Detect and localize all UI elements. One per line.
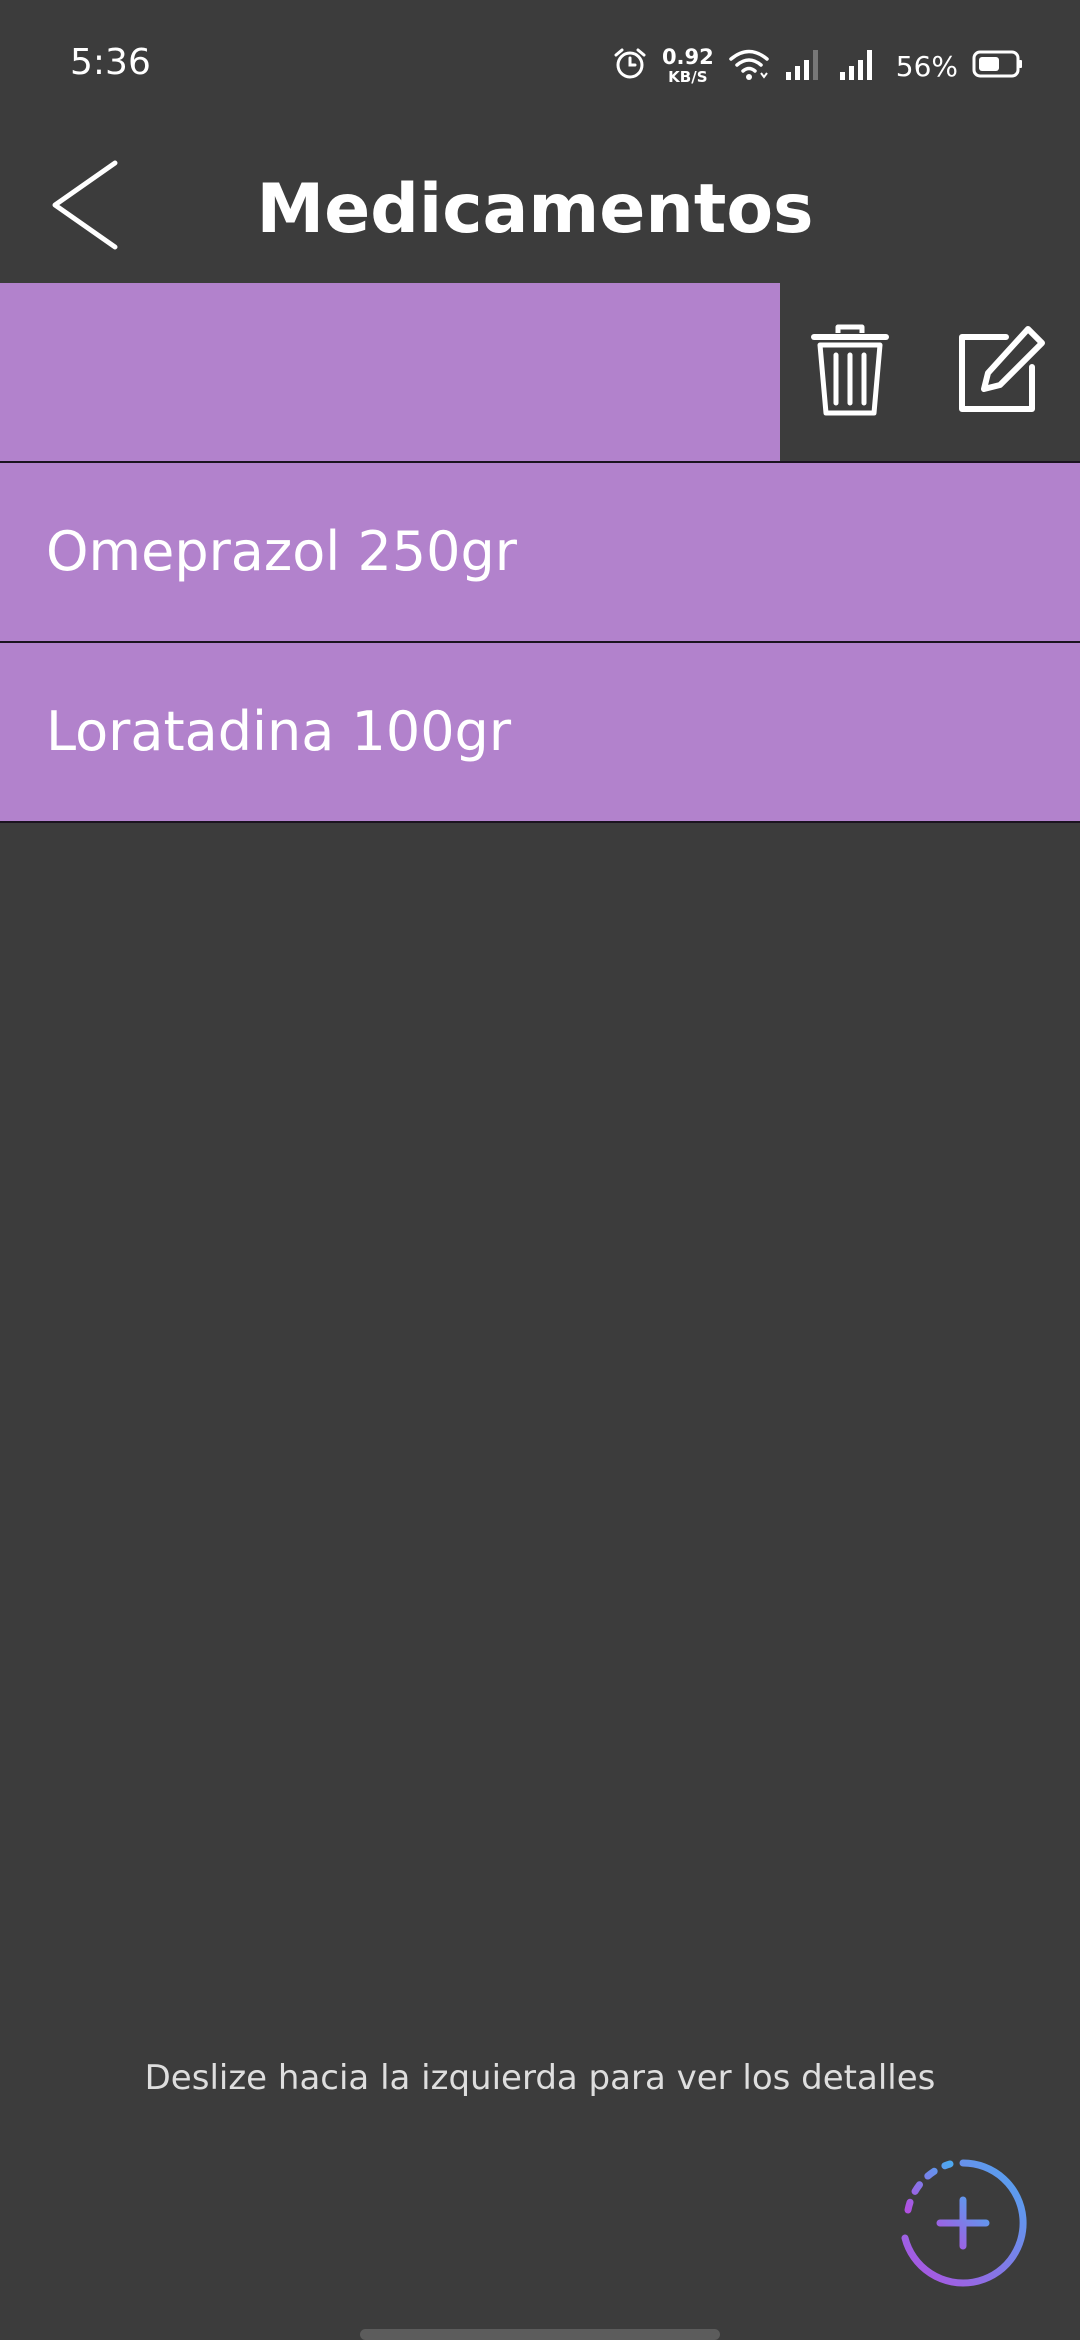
home-indicator[interactable] bbox=[360, 2329, 720, 2340]
delete-button[interactable] bbox=[802, 323, 898, 423]
list-item[interactable] bbox=[0, 283, 1080, 463]
medication-list: Omeprazol 250gr Loratadina 100gr bbox=[0, 283, 1080, 823]
battery-icon bbox=[972, 49, 1024, 84]
list-item-face[interactable]: Omeprazol 250gr bbox=[0, 463, 1080, 641]
list-item[interactable]: Omeprazol 250gr bbox=[0, 463, 1080, 643]
list-item-label: Loratadina 100gr bbox=[46, 700, 512, 763]
status-time: 5:36 bbox=[70, 42, 151, 83]
list-item-face[interactable]: Loratadina 100gr bbox=[0, 643, 1080, 821]
app-bar: Medicamentos bbox=[0, 130, 1080, 282]
list-item-label: Omeprazol 250gr bbox=[46, 520, 517, 583]
signal-icon bbox=[838, 46, 882, 87]
battery-percent: 56% bbox=[895, 49, 958, 83]
trash-icon bbox=[810, 323, 890, 424]
edit-icon bbox=[952, 323, 1048, 424]
swipe-hint: Deslize hacia la izquierda para ver los … bbox=[144, 2058, 936, 2098]
add-button[interactable] bbox=[898, 2158, 1028, 2288]
row-actions bbox=[780, 283, 1080, 461]
network-speed-value: 0.92 bbox=[661, 45, 714, 69]
wifi-icon bbox=[728, 46, 770, 87]
status-icons: 0.92 KB/S 56% bbox=[612, 38, 1024, 94]
status-bar: 5:36 0.92 KB/S 56% bbox=[0, 0, 1080, 130]
alarm-icon bbox=[612, 46, 648, 87]
edit-button[interactable] bbox=[952, 323, 1048, 423]
signal-icon bbox=[784, 46, 824, 87]
list-item[interactable]: Loratadina 100gr bbox=[0, 643, 1080, 823]
network-speed: 0.92 KB/S bbox=[662, 47, 714, 85]
page-title: Medicamentos bbox=[256, 170, 814, 249]
add-icon bbox=[898, 2159, 1028, 2292]
network-speed-unit: KB/S bbox=[668, 68, 708, 86]
list-item-swiped-face[interactable] bbox=[0, 283, 780, 461]
